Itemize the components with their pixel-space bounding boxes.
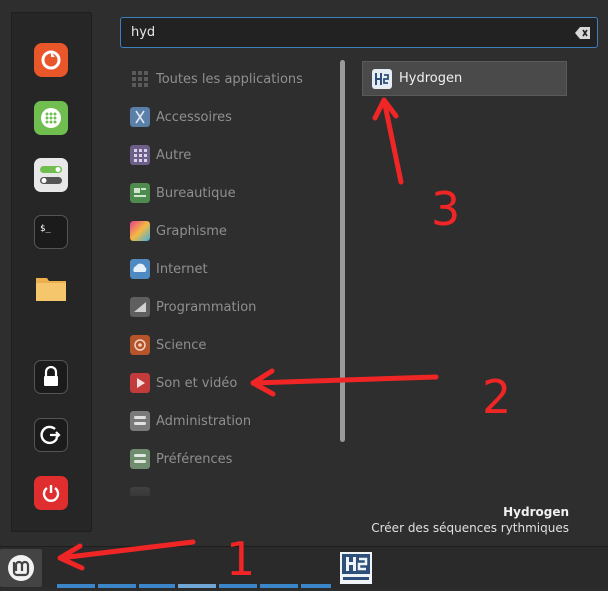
administration-icon <box>130 411 150 431</box>
application-menu: $_ Toutes les applications Accessoires <box>0 0 608 546</box>
power-icon <box>42 485 60 502</box>
category-administration[interactable]: Administration <box>126 407 336 435</box>
graphics-icon <box>130 221 150 241</box>
clear-search-icon[interactable] <box>575 26 591 40</box>
category-label: Toutes les applications <box>156 71 303 87</box>
app-description-title: Hydrogen <box>503 505 569 519</box>
category-label: Science <box>156 337 207 353</box>
logout-button[interactable] <box>34 418 68 452</box>
shutdown-button[interactable] <box>34 476 68 510</box>
category-label: Administration <box>156 413 252 429</box>
workspace-indicator[interactable] <box>98 584 136 588</box>
workspace-indicator[interactable] <box>57 584 95 588</box>
internet-icon <box>130 259 150 279</box>
search-input[interactable] <box>125 20 577 44</box>
category-list: Toutes les applications Accessoires Autr… <box>126 60 336 496</box>
hydrogen-taskbar-icon[interactable] <box>340 552 372 584</box>
settings-launcher[interactable] <box>34 158 68 192</box>
menu-button[interactable] <box>0 549 42 587</box>
logout-icon <box>40 425 61 445</box>
svg-text:$_: $_ <box>40 224 51 234</box>
lock-screen-button[interactable] <box>34 360 68 394</box>
terminal-launcher[interactable]: $_ <box>34 215 68 249</box>
category-label: Son et vidéo <box>156 375 238 391</box>
category-sound-video[interactable]: Son et vidéo <box>126 369 336 397</box>
preferences-icon <box>130 449 150 469</box>
files-launcher[interactable] <box>34 271 68 305</box>
workspace-indicator[interactable] <box>219 584 257 588</box>
workspace-indicator[interactable] <box>260 584 298 588</box>
app-description-text: Créer des séquences rythmiques <box>371 521 569 535</box>
category-preferences[interactable]: Préférences <box>126 445 336 473</box>
firefox-launcher[interactable] <box>34 43 68 77</box>
category-label: Internet <box>156 261 208 277</box>
sound-video-icon <box>130 373 150 393</box>
category-accessories[interactable]: Accessoires <box>126 103 336 131</box>
software-manager-icon <box>41 108 61 128</box>
category-other[interactable]: Autre <box>126 141 336 169</box>
accessories-icon <box>130 107 150 127</box>
category-office[interactable]: Bureautique <box>126 179 336 207</box>
grid-icon <box>132 71 148 87</box>
list-fade <box>120 470 340 504</box>
category-all-applications[interactable]: Toutes les applications <box>126 65 336 93</box>
category-scrollbar[interactable] <box>340 60 345 442</box>
science-icon <box>130 335 150 355</box>
favorites-sidebar: $_ <box>11 12 92 532</box>
search-result-hydrogen[interactable]: Hydrogen <box>362 61 567 96</box>
folder-icon <box>36 278 66 301</box>
software-manager-launcher[interactable] <box>34 101 68 135</box>
other-icon <box>130 145 150 165</box>
workspace-indicator[interactable] <box>139 584 175 588</box>
terminal-icon: $_ <box>40 224 51 234</box>
hydrogen-icon <box>372 68 392 89</box>
search-result-label: Hydrogen <box>399 71 463 86</box>
category-label: Programmation <box>156 299 257 315</box>
firefox-icon <box>41 50 61 70</box>
category-label: Préférences <box>156 451 233 467</box>
category-science[interactable]: Science <box>126 331 336 359</box>
workspace-indicator[interactable] <box>178 584 216 588</box>
category-label: Accessoires <box>156 109 232 125</box>
category-label: Autre <box>156 147 192 163</box>
category-label: Graphisme <box>156 223 227 239</box>
lock-icon <box>44 366 58 386</box>
workspace-indicator[interactable] <box>301 584 331 588</box>
search-box[interactable] <box>120 17 598 48</box>
category-graphics[interactable]: Graphisme <box>126 217 336 245</box>
category-internet[interactable]: Internet <box>126 255 336 283</box>
office-icon <box>130 183 150 203</box>
programming-icon <box>130 297 150 317</box>
settings-toggle-icon <box>40 166 62 184</box>
mint-logo-icon <box>8 555 34 581</box>
bottom-panel <box>0 546 608 588</box>
category-programming[interactable]: Programmation <box>126 293 336 321</box>
category-label: Bureautique <box>156 185 236 201</box>
